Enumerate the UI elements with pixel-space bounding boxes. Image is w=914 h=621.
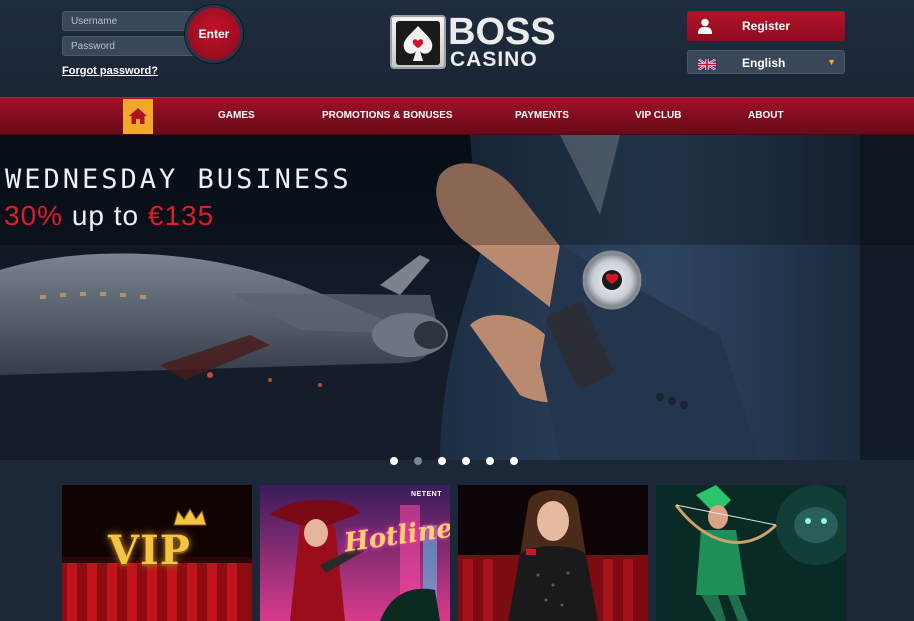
hero-subtitle: 30% up to €135 bbox=[4, 200, 214, 232]
nav-item-payments[interactable]: PAYMENTS bbox=[515, 110, 569, 121]
boss-casino-logo[interactable]: BOSS CASINO bbox=[390, 11, 556, 71]
nav-home[interactable] bbox=[123, 99, 153, 134]
register-label: Register bbox=[741, 19, 791, 33]
home-icon bbox=[129, 108, 147, 124]
nav-item-about[interactable]: ABOUT bbox=[748, 110, 784, 121]
hotline-tile[interactable]: NETENT Hotline bbox=[260, 485, 450, 621]
site-header: Enter Forgot password? BOSS CASINO Regis… bbox=[0, 0, 914, 97]
hero-amount: €135 bbox=[147, 200, 215, 231]
vip-tile[interactable]: VIP bbox=[62, 485, 252, 621]
carousel-dot-1[interactable] bbox=[390, 457, 398, 465]
carousel-dot-2[interactable] bbox=[414, 457, 422, 465]
password-input[interactable] bbox=[62, 36, 202, 56]
carousel-dot-5[interactable] bbox=[486, 457, 494, 465]
spade-card-icon bbox=[390, 15, 446, 69]
hero-percent: 30% bbox=[4, 200, 64, 231]
hero-up-to: up to bbox=[71, 200, 140, 231]
archer-slot-tile[interactable] bbox=[656, 485, 846, 621]
forgot-password-link[interactable]: Forgot password? bbox=[62, 65, 158, 77]
nav-item-promotions[interactable]: PROMOTIONS & BONUSES bbox=[322, 110, 453, 121]
login-form: Enter bbox=[62, 5, 243, 63]
uk-flag-icon bbox=[697, 57, 717, 71]
live-dealer-image bbox=[458, 485, 648, 621]
hero-title: WEDNESDAY BUSINESS bbox=[5, 164, 352, 195]
carousel-dot-3[interactable] bbox=[438, 457, 446, 465]
archer-slot-image bbox=[656, 485, 846, 621]
logo-text-casino: CASINO bbox=[450, 48, 538, 71]
logo-text-boss: BOSS bbox=[448, 11, 556, 53]
chevron-down-icon: ▼ bbox=[827, 57, 836, 67]
enter-button[interactable]: Enter bbox=[185, 5, 243, 63]
carousel-dot-4[interactable] bbox=[462, 457, 470, 465]
username-input[interactable] bbox=[62, 11, 202, 31]
netent-label: NETENT bbox=[411, 491, 442, 498]
user-icon bbox=[698, 18, 712, 34]
nav-item-games[interactable]: GAMES bbox=[218, 110, 255, 121]
language-label: English bbox=[742, 56, 786, 70]
nav-item-vip-club[interactable]: VIP CLUB bbox=[635, 110, 682, 121]
vip-tile-label: VIP bbox=[108, 527, 191, 574]
hero-banner[interactable]: WEDNESDAY BUSINESS 30% up to €135 bbox=[0, 135, 914, 460]
main-nav: GAMES PROMOTIONS & BONUSES PAYMENTS VIP … bbox=[0, 97, 914, 135]
language-select[interactable]: English ▼ bbox=[687, 50, 845, 74]
register-button[interactable]: Register bbox=[687, 11, 845, 41]
live-dealer-tile[interactable] bbox=[458, 485, 648, 621]
carousel-dot-6[interactable] bbox=[510, 457, 518, 465]
